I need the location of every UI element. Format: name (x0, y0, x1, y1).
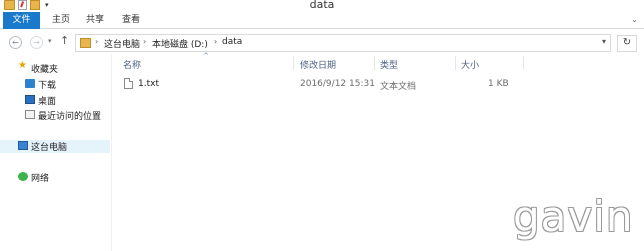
column-header-modified[interactable]: 修改日期 (300, 58, 336, 71)
file-type: 文本文档 (380, 82, 417, 92)
sort-ascending-icon: ^ (203, 52, 209, 60)
column-divider[interactable] (374, 56, 375, 70)
column-divider[interactable] (293, 56, 294, 70)
pane-splitter[interactable] (111, 54, 112, 251)
nav-label: 桌面 (38, 97, 57, 107)
breadcrumb-drive[interactable]: 本地磁盘 (D:) (152, 37, 208, 50)
window-title: data (309, 0, 335, 11)
navigation-pane: ★ 收藏夹 下载 桌面 最近访问的位置 这台电脑 网络 (0, 54, 110, 251)
star-icon: ★ (18, 60, 27, 71)
text-file-icon (124, 78, 133, 89)
download-icon (25, 79, 35, 88)
chevron-down-icon[interactable]: ▾ (602, 37, 606, 46)
recent-locations-icon[interactable]: ▾ (48, 37, 52, 45)
nav-label: 这台电脑 (31, 143, 68, 153)
ribbon-tabs: 文件 主页 共享 查看 ⌄ (0, 12, 644, 29)
back-button[interactable]: ← (9, 36, 22, 49)
nav-downloads[interactable]: 下载 (0, 78, 110, 91)
file-size: 1 KB (488, 79, 509, 89)
folder-icon (80, 38, 91, 48)
chevron-right-icon[interactable]: › (143, 37, 146, 46)
nav-recent-places[interactable]: 最近访问的位置 (0, 109, 110, 122)
file-modified: 2016/9/12 15:31 (300, 79, 375, 89)
tab-home[interactable]: 主页 (47, 12, 75, 29)
nav-favorites[interactable]: ★ 收藏夹 (0, 60, 110, 75)
nav-label: 网络 (31, 174, 50, 184)
address-bar[interactable]: › 这台电脑 › 本地磁盘 (D:) › data ▾ (75, 34, 611, 52)
nav-network[interactable]: 网络 (0, 171, 110, 184)
nav-this-pc[interactable]: 这台电脑 (0, 140, 110, 153)
navigation-bar: ← → ▾ ↑ › 这台电脑 › 本地磁盘 (D:) › data ▾ ↻ (0, 30, 644, 54)
tab-share[interactable]: 共享 (84, 12, 106, 29)
nav-desktop[interactable]: 桌面 (0, 94, 110, 107)
title-bar: ▾ data (0, 0, 644, 12)
file-name: 1.txt (138, 79, 159, 89)
column-divider[interactable] (523, 56, 524, 70)
tab-file[interactable]: 文件 (3, 12, 40, 29)
nav-label: 收藏夹 (31, 65, 59, 75)
up-button[interactable]: ↑ (60, 34, 69, 47)
tab-view[interactable]: 查看 (120, 12, 142, 29)
file-row[interactable]: 1.txt 2016/9/12 15:31 文本文档 1 KB (117, 76, 524, 92)
pc-icon (18, 141, 28, 150)
column-header-name[interactable]: 名称 (123, 58, 141, 71)
desktop-icon (25, 95, 35, 104)
recent-icon (25, 110, 35, 119)
nav-label: 下载 (38, 81, 57, 91)
watermark: gavin (513, 192, 634, 241)
breadcrumb-this-pc[interactable]: 这台电脑 (104, 37, 140, 50)
column-header-type[interactable]: 类型 (380, 58, 398, 71)
chevron-down-icon[interactable]: ⌄ (631, 15, 638, 24)
chevron-right-icon[interactable]: › (95, 37, 98, 46)
nav-label: 最近访问的位置 (38, 112, 102, 122)
column-divider[interactable] (455, 56, 456, 70)
breadcrumb-data[interactable]: data (222, 37, 242, 47)
network-icon (18, 172, 28, 181)
column-header-size[interactable]: 大小 (461, 58, 479, 71)
forward-button[interactable]: → (30, 36, 43, 49)
refresh-button[interactable]: ↻ (617, 35, 637, 52)
chevron-right-icon[interactable]: › (214, 37, 217, 46)
